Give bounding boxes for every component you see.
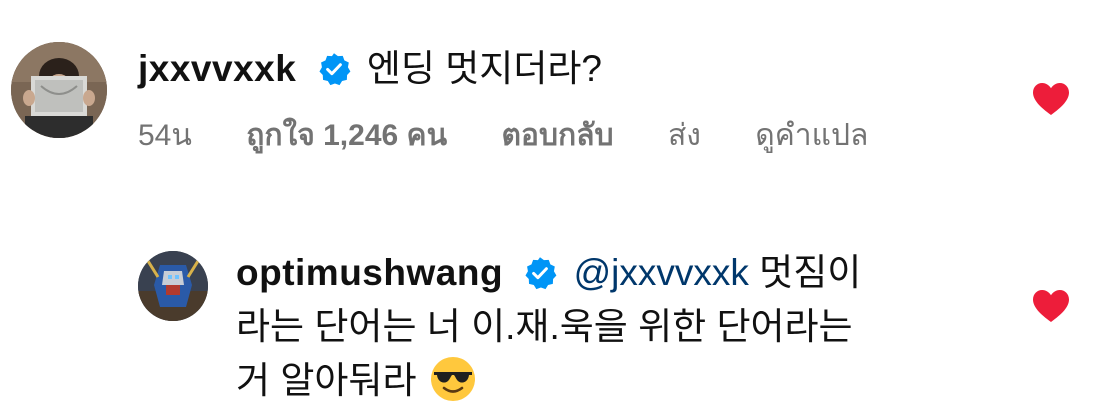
translate-button[interactable]: ดูคำแปล (755, 119, 868, 152)
send-button[interactable]: ส่ง (668, 119, 701, 152)
reply-username[interactable]: optimushwang (236, 252, 503, 293)
reply-line-3: 거 알아둬라 (236, 354, 936, 408)
reply-avatar[interactable] (138, 251, 208, 321)
sunglasses-emoji-icon (429, 355, 477, 403)
reply-text-line-1: 멋짐이 (748, 252, 862, 293)
comment-body: jxxvvxxk 엔딩 멋지더라? 54น ถูกใจ 1,246 คน ตอบ… (138, 44, 998, 156)
comment-likes[interactable]: ถูกใจ 1,246 คน (246, 119, 447, 152)
comment-time: 54น (138, 119, 192, 152)
reply-text-line-2: 라는 단어는 너 이.재.욱을 위한 단어라는 (236, 306, 853, 347)
verified-badge-icon (523, 251, 557, 290)
verified-badge-icon (317, 49, 351, 86)
reply-button[interactable]: ตอบกลับ (501, 119, 613, 152)
comment-meta: 54น ถูกใจ 1,246 คน ตอบกลับ ส่ง ดูคำแปล (138, 116, 998, 156)
reply-like-heart-icon[interactable] (1032, 289, 1070, 323)
reply-text-line-3: 거 알아둬라 (236, 360, 417, 401)
reply-mention-link[interactable]: @jxxvvxxk (574, 252, 749, 293)
reply-line-1: optimushwang @jxxvvxxk 멋짐이 (236, 246, 936, 300)
avatar[interactable] (11, 42, 107, 138)
like-heart-icon[interactable] (1032, 82, 1070, 116)
comment-text: 엔딩 멋지더라? (366, 48, 602, 89)
reply-body: optimushwang @jxxvvxxk 멋짐이 라는 단어는 너 이.재.… (236, 246, 936, 408)
comment-username[interactable]: jxxvvxxk (138, 48, 296, 89)
comment-header: jxxvvxxk 엔딩 멋지더라? (138, 44, 998, 94)
